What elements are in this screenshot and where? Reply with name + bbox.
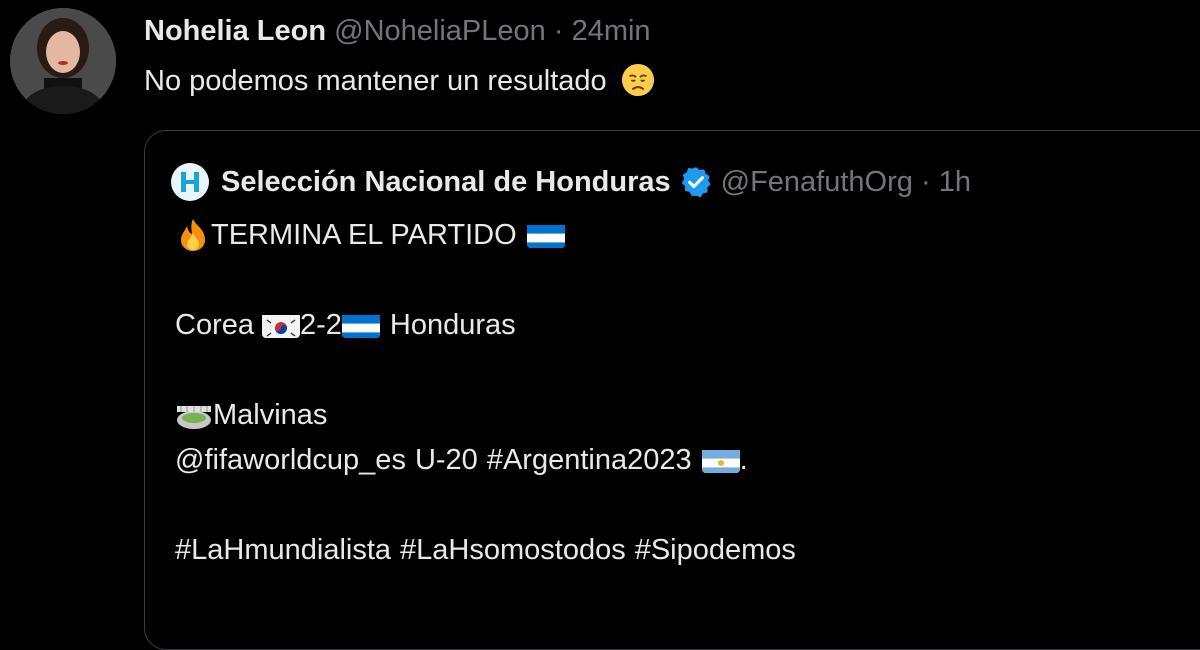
honduras-flag-icon <box>341 312 380 338</box>
team-honduras: Honduras <box>389 309 516 341</box>
venue-name: Malvinas <box>213 399 328 431</box>
quoted-line-4: @fifaworldcup_es U-20 #Argentina2023 . <box>175 440 748 480</box>
argentina-flag-icon <box>701 447 740 473</box>
quoted-avatar[interactable] <box>171 163 209 201</box>
mention-fifaworldcup[interactable]: @fifaworldcup_es <box>175 440 406 480</box>
verified-badge-icon <box>681 167 711 198</box>
quoted-headline: TERMINA EL PARTIDO <box>211 219 517 251</box>
quoted-tweet-card[interactable]: Selección Nacional de Honduras @Fenafuth… <box>144 130 1200 650</box>
hashtag-lahsomostodos[interactable]: #LaHsomostodos <box>400 530 626 570</box>
quoted-line-2: Corea 2-2 Honduras <box>175 305 516 345</box>
hashtag-lahmundialista[interactable]: #LaHmundialista <box>175 530 391 570</box>
hashtag-sipodemos[interactable]: #Sipodemos <box>635 530 796 570</box>
tweet-time[interactable]: 24min <box>572 15 651 47</box>
quoted-separator: · <box>920 166 931 198</box>
avatar[interactable] <box>10 8 116 114</box>
south-korea-flag-icon <box>262 312 300 338</box>
team-korea: Corea <box>175 309 254 341</box>
quoted-author-name[interactable]: Selección Nacional de Honduras <box>221 163 671 201</box>
line-period: . <box>739 444 748 476</box>
hashtag-argentina2023[interactable]: #Argentina2023 <box>487 440 692 480</box>
author-name[interactable]: Nohelia Leon <box>144 15 326 47</box>
disappointed-face-icon <box>621 64 654 97</box>
tweet-body: No podemos mantener un resultado <box>144 65 607 97</box>
honduras-flag-icon <box>526 222 565 248</box>
author-handle[interactable]: @NoheliaPLeon <box>334 15 546 47</box>
quoted-time[interactable]: 1h <box>939 163 971 201</box>
honduras-logo-icon <box>181 172 199 192</box>
separator-dot: · <box>553 15 564 47</box>
tournament-label: U-20 <box>414 444 478 476</box>
match-score: 2-2 <box>300 309 342 341</box>
quoted-hashtags: #LaHmundialista #LaHsomostodos #Sipodemo… <box>175 530 796 570</box>
tweet-text: No podemos mantener un resultado <box>144 61 655 101</box>
stadium-icon <box>177 406 211 429</box>
tweet-header: Nohelia Leon @NoheliaPLeon · 24min <box>144 12 651 50</box>
quoted-handle[interactable]: @FenafuthOrg <box>721 163 913 201</box>
quoted-tweet-header: Selección Nacional de Honduras @Fenafuth… <box>171 163 971 201</box>
quoted-line-1: TERMINA EL PARTIDO <box>175 215 565 255</box>
fire-icon <box>181 219 205 251</box>
quoted-line-3: Malvinas <box>175 395 327 435</box>
